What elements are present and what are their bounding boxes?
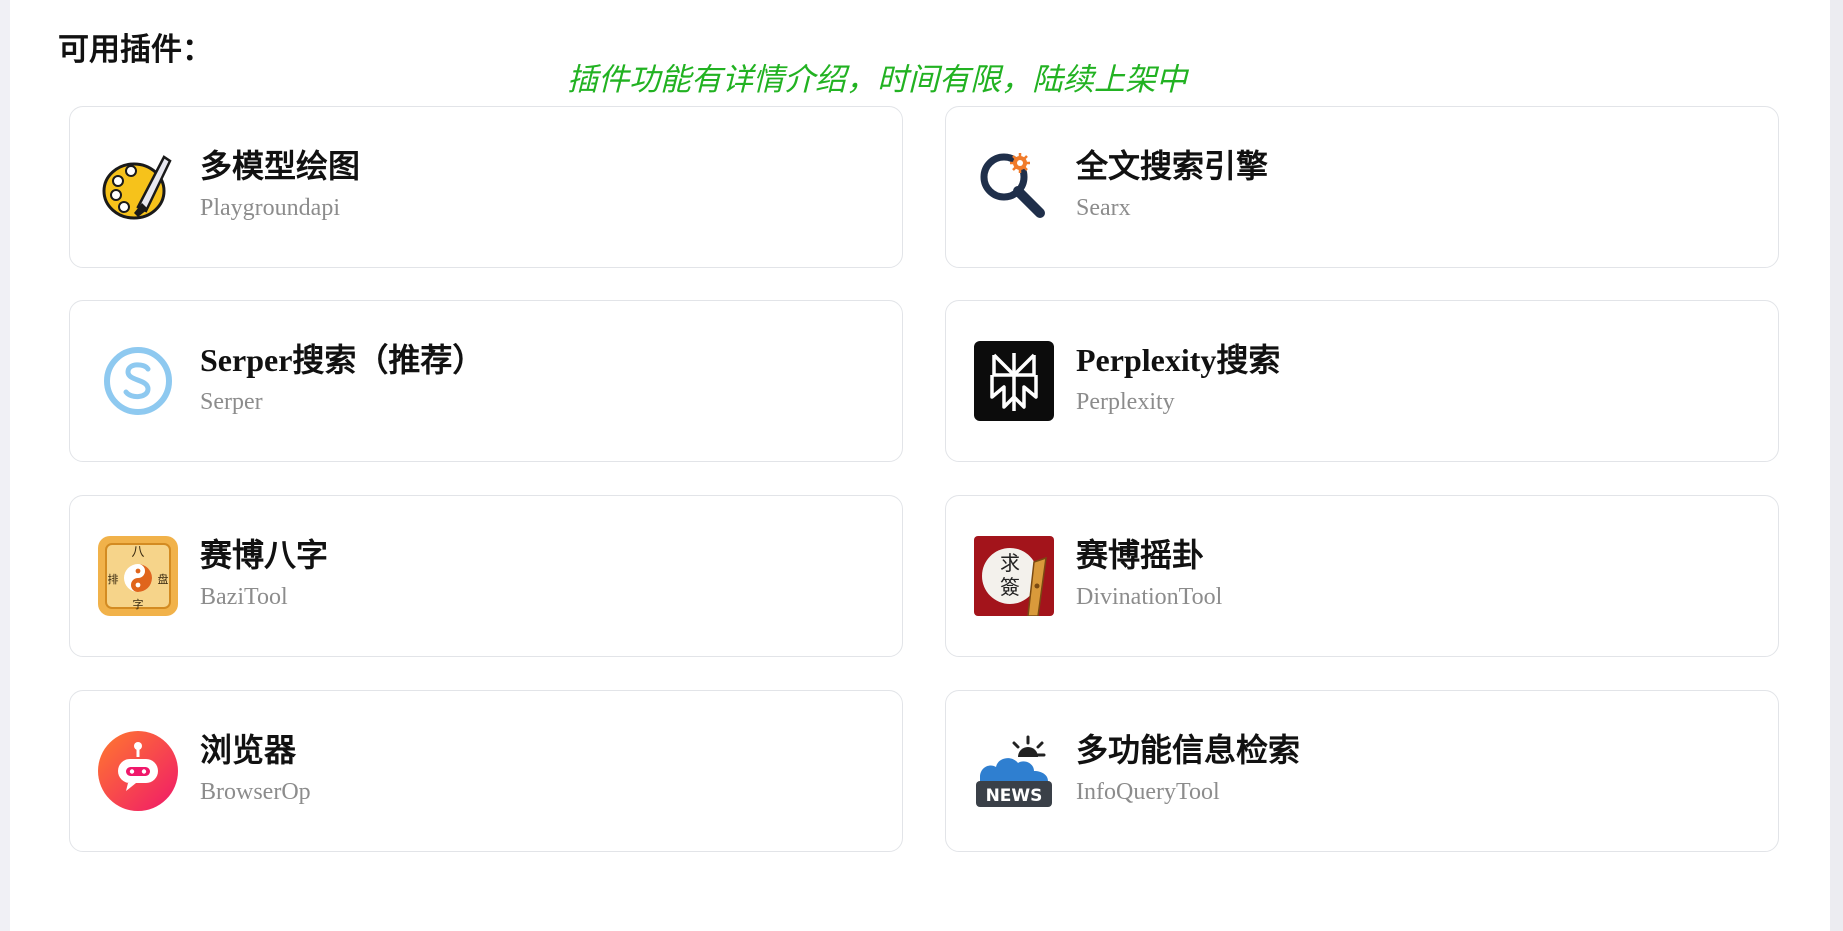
perplexity-icon [974,341,1054,421]
bazi-char-left: 排 [108,572,119,586]
plugin-card-playgroundapi[interactable]: 多模型绘图 Playgroundapi [69,106,903,268]
palette-icon [98,147,178,227]
plugin-name: 多功能信息检索 [1076,732,1301,768]
plugin-name: 多模型绘图 [200,148,361,184]
divination-icon: 求 簽 [974,536,1054,616]
bazi-icon: 八 排 盘 字 [98,536,178,616]
divination-char-1: 求 [1000,551,1020,575]
search-gear-icon [974,147,1054,227]
news-label: NEWS [986,786,1043,806]
serper-icon [98,341,178,421]
plugin-card-perplexity[interactable]: Perplexity搜索 Perplexity [945,300,1779,462]
section-title: 可用插件： [58,32,213,68]
plugin-id: DivinationTool [1076,584,1223,610]
plugin-name: 全文搜索引擎 [1076,148,1269,184]
scrollbar-track[interactable] [1830,0,1843,931]
notice-text: 插件功能有详情介绍，时间有限，陆续上架中 [567,62,1187,98]
plugin-card-divinationtool[interactable]: 求 簽 赛博摇卦 DivinationTool [945,495,1779,657]
plugin-name: Serper搜索（推荐） [200,342,485,378]
bazi-char-top: 八 [131,545,144,560]
plugin-name: Perplexity搜索 [1076,342,1281,378]
plugin-id: Playgroundapi [200,195,340,221]
bazi-char-bottom: 字 [133,597,144,611]
bazi-char-right: 盘 [158,572,169,586]
plugin-card-browserop[interactable]: 浏览器 BrowserOp [69,690,903,852]
plugin-panel: 可用插件： 插件功能有详情介绍，时间有限，陆续上架中 多模型绘图 Playgro… [10,0,1830,931]
divination-char-2: 簽 [1000,575,1020,599]
plugin-name: 浏览器 [200,732,297,768]
plugin-card-serper[interactable]: Serper搜索（推荐） Serper [69,300,903,462]
plugin-card-bazitool[interactable]: 八 排 盘 字 赛博八字 BaziTool [69,495,903,657]
plugin-id: BaziTool [200,584,288,610]
plugin-name: 赛博摇卦 [1076,537,1205,573]
plugin-card-infoquerytool[interactable]: NEWS 多功能信息检索 InfoQueryTool [945,690,1779,852]
robot-icon [98,731,178,811]
plugin-id: InfoQueryTool [1076,779,1220,805]
news-weather-icon: NEWS [974,731,1054,811]
plugin-id: BrowserOp [200,779,311,805]
plugin-id: Perplexity [1076,389,1175,415]
plugin-id: Serper [200,389,263,415]
plugin-id: Searx [1076,195,1131,221]
plugin-name: 赛博八字 [200,537,329,573]
plugin-card-searx[interactable]: 全文搜索引擎 Searx [945,106,1779,268]
